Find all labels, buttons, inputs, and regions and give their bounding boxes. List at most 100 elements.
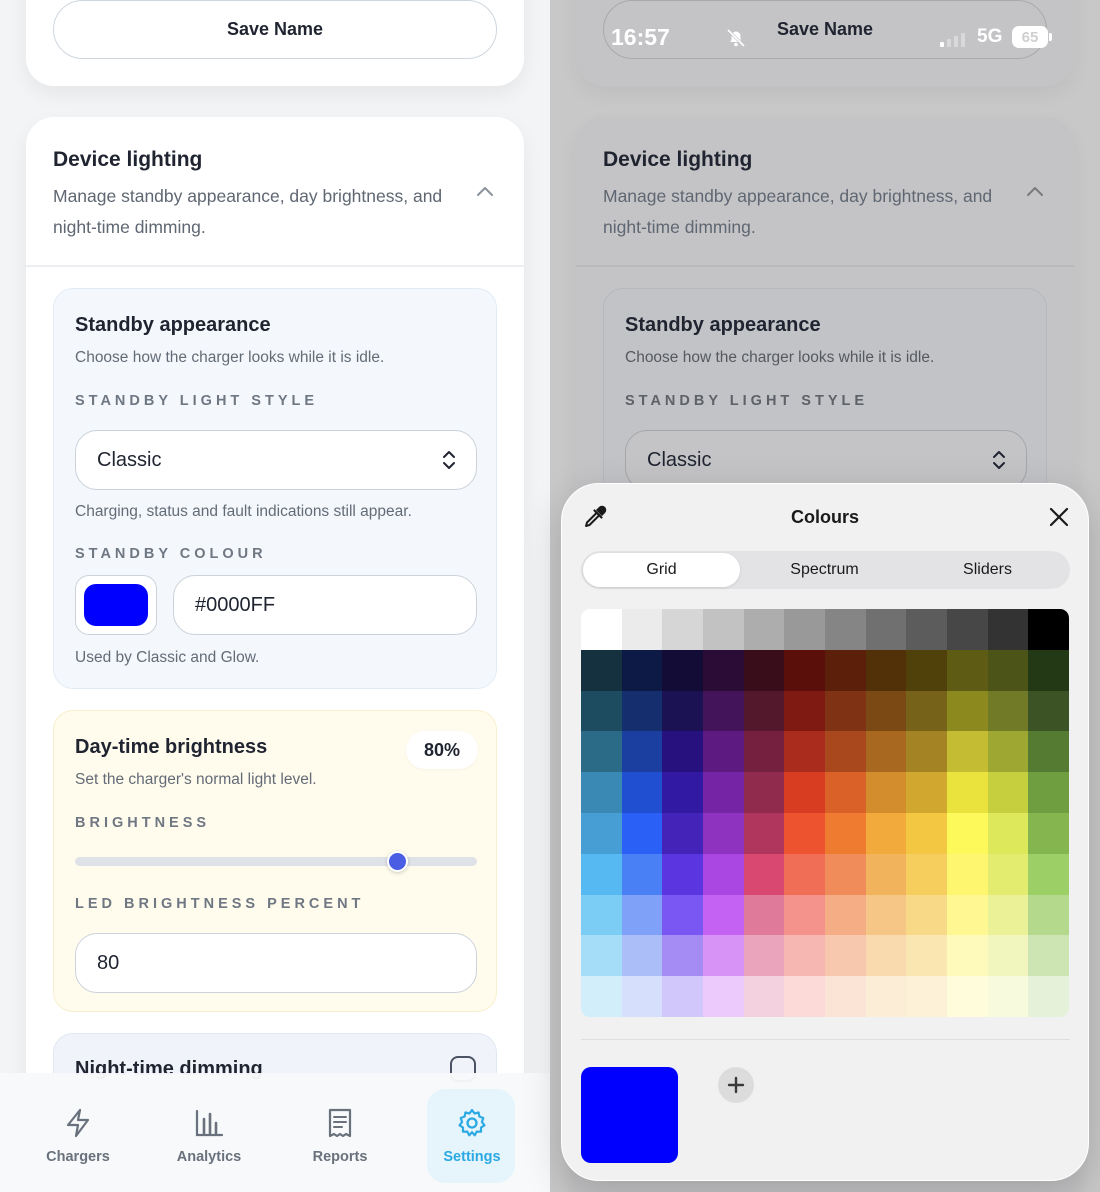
colour-cell[interactable] <box>865 772 907 813</box>
colour-cell[interactable] <box>703 731 744 773</box>
colour-cell[interactable] <box>825 690 866 732</box>
led-percent-input[interactable]: 80 <box>75 933 477 993</box>
colour-cell[interactable] <box>621 853 663 895</box>
colour-cell[interactable] <box>906 812 947 854</box>
colour-cell[interactable] <box>906 731 947 773</box>
colour-cell[interactable] <box>581 690 622 732</box>
colour-cell[interactable] <box>947 812 988 854</box>
colour-cell[interactable] <box>865 853 907 895</box>
colour-cell[interactable] <box>784 976 825 1017</box>
colour-cell[interactable] <box>865 894 907 936</box>
colour-cell[interactable] <box>621 649 663 691</box>
colour-cell[interactable] <box>743 894 785 936</box>
colour-cell[interactable] <box>865 690 907 732</box>
colour-cell[interactable] <box>987 853 1029 895</box>
colour-cell[interactable] <box>703 812 744 854</box>
standby-style-select[interactable]: Classic <box>75 430 477 490</box>
colour-cell[interactable] <box>703 609 744 650</box>
colour-cell[interactable] <box>987 935 1029 977</box>
colour-cell[interactable] <box>662 812 703 854</box>
standby-colour-hex-input[interactable]: #0000FF <box>173 575 477 635</box>
colour-cell[interactable] <box>581 853 622 895</box>
colour-cell[interactable] <box>947 935 988 977</box>
colour-cell[interactable] <box>947 690 988 732</box>
colour-cell[interactable] <box>865 812 907 854</box>
colour-cell[interactable] <box>621 812 663 854</box>
colour-cell[interactable] <box>947 976 988 1017</box>
colour-cell[interactable] <box>987 609 1029 650</box>
colour-cell[interactable] <box>906 690 947 732</box>
colour-cell[interactable] <box>581 812 622 854</box>
standby-colour-swatch-button[interactable] <box>75 575 157 635</box>
colour-cell[interactable] <box>784 649 825 691</box>
colour-cell[interactable] <box>621 894 663 936</box>
chevron-up-icon[interactable] <box>1026 183 1044 201</box>
colour-cell[interactable] <box>703 772 744 813</box>
colour-cell[interactable] <box>1028 935 1069 977</box>
colour-cell[interactable] <box>581 976 622 1017</box>
colour-cell[interactable] <box>743 609 785 650</box>
colour-cell[interactable] <box>621 731 663 773</box>
colour-cell[interactable] <box>743 976 785 1017</box>
colour-cell[interactable] <box>906 935 947 977</box>
colour-cell[interactable] <box>784 731 825 773</box>
colour-cell[interactable] <box>825 812 866 854</box>
colour-cell[interactable] <box>1028 609 1069 650</box>
colour-cell[interactable] <box>581 894 622 936</box>
colour-cell[interactable] <box>987 649 1029 691</box>
colour-cell[interactable] <box>987 731 1029 773</box>
colour-cell[interactable] <box>865 649 907 691</box>
colour-cell[interactable] <box>1028 812 1069 854</box>
colour-cell[interactable] <box>947 649 988 691</box>
tab-chargers[interactable]: Chargers <box>33 1073 123 1192</box>
colour-cell[interactable] <box>825 772 866 813</box>
colour-cell[interactable] <box>947 853 988 895</box>
colour-cell[interactable] <box>865 976 907 1017</box>
colour-cell[interactable] <box>825 935 866 977</box>
colour-cell[interactable] <box>987 690 1029 732</box>
colour-cell[interactable] <box>784 935 825 977</box>
colour-cell[interactable] <box>662 976 703 1017</box>
colour-cell[interactable] <box>581 935 622 977</box>
colour-cell[interactable] <box>784 690 825 732</box>
colour-cell[interactable] <box>865 731 907 773</box>
colour-cell[interactable] <box>987 772 1029 813</box>
colour-cell[interactable] <box>743 772 785 813</box>
colour-cell[interactable] <box>906 649 947 691</box>
colour-cell[interactable] <box>621 609 663 650</box>
colour-cell[interactable] <box>703 690 744 732</box>
colour-cell[interactable] <box>784 812 825 854</box>
add-colour-button[interactable] <box>718 1067 754 1103</box>
tab-analytics[interactable]: Analytics <box>164 1073 254 1192</box>
colour-cell[interactable] <box>743 731 785 773</box>
colour-cell[interactable] <box>825 731 866 773</box>
colour-cell[interactable] <box>1028 853 1069 895</box>
colour-cell[interactable] <box>1028 894 1069 936</box>
save-name-button[interactable]: Save Name <box>53 0 497 59</box>
colour-cell[interactable] <box>987 894 1029 936</box>
colour-cell[interactable] <box>906 772 947 813</box>
colour-cell[interactable] <box>581 772 622 813</box>
colour-cell[interactable] <box>987 976 1029 1017</box>
brightness-slider[interactable] <box>75 851 477 872</box>
colour-cell[interactable] <box>581 731 622 773</box>
colour-cell[interactable] <box>662 649 703 691</box>
close-icon[interactable] <box>1048 506 1070 528</box>
colour-cell[interactable] <box>825 609 866 650</box>
colour-cell[interactable] <box>784 853 825 895</box>
colour-cell[interactable] <box>947 894 988 936</box>
colour-cell[interactable] <box>947 731 988 773</box>
colour-cell[interactable] <box>906 894 947 936</box>
colour-cell[interactable] <box>662 690 703 732</box>
colour-cell[interactable] <box>621 935 663 977</box>
tab-spectrum[interactable]: Spectrum <box>746 553 903 587</box>
colour-cell[interactable] <box>703 935 744 977</box>
colour-cell[interactable] <box>1028 649 1069 691</box>
standby-style-select[interactable]: Classic <box>625 430 1027 490</box>
colour-cell[interactable] <box>784 894 825 936</box>
chevron-up-icon[interactable] <box>476 183 494 201</box>
tab-grid[interactable]: Grid <box>583 553 740 587</box>
colour-cell[interactable] <box>703 976 744 1017</box>
colour-cell[interactable] <box>703 853 744 895</box>
tab-settings[interactable]: Settings <box>427 1073 517 1192</box>
